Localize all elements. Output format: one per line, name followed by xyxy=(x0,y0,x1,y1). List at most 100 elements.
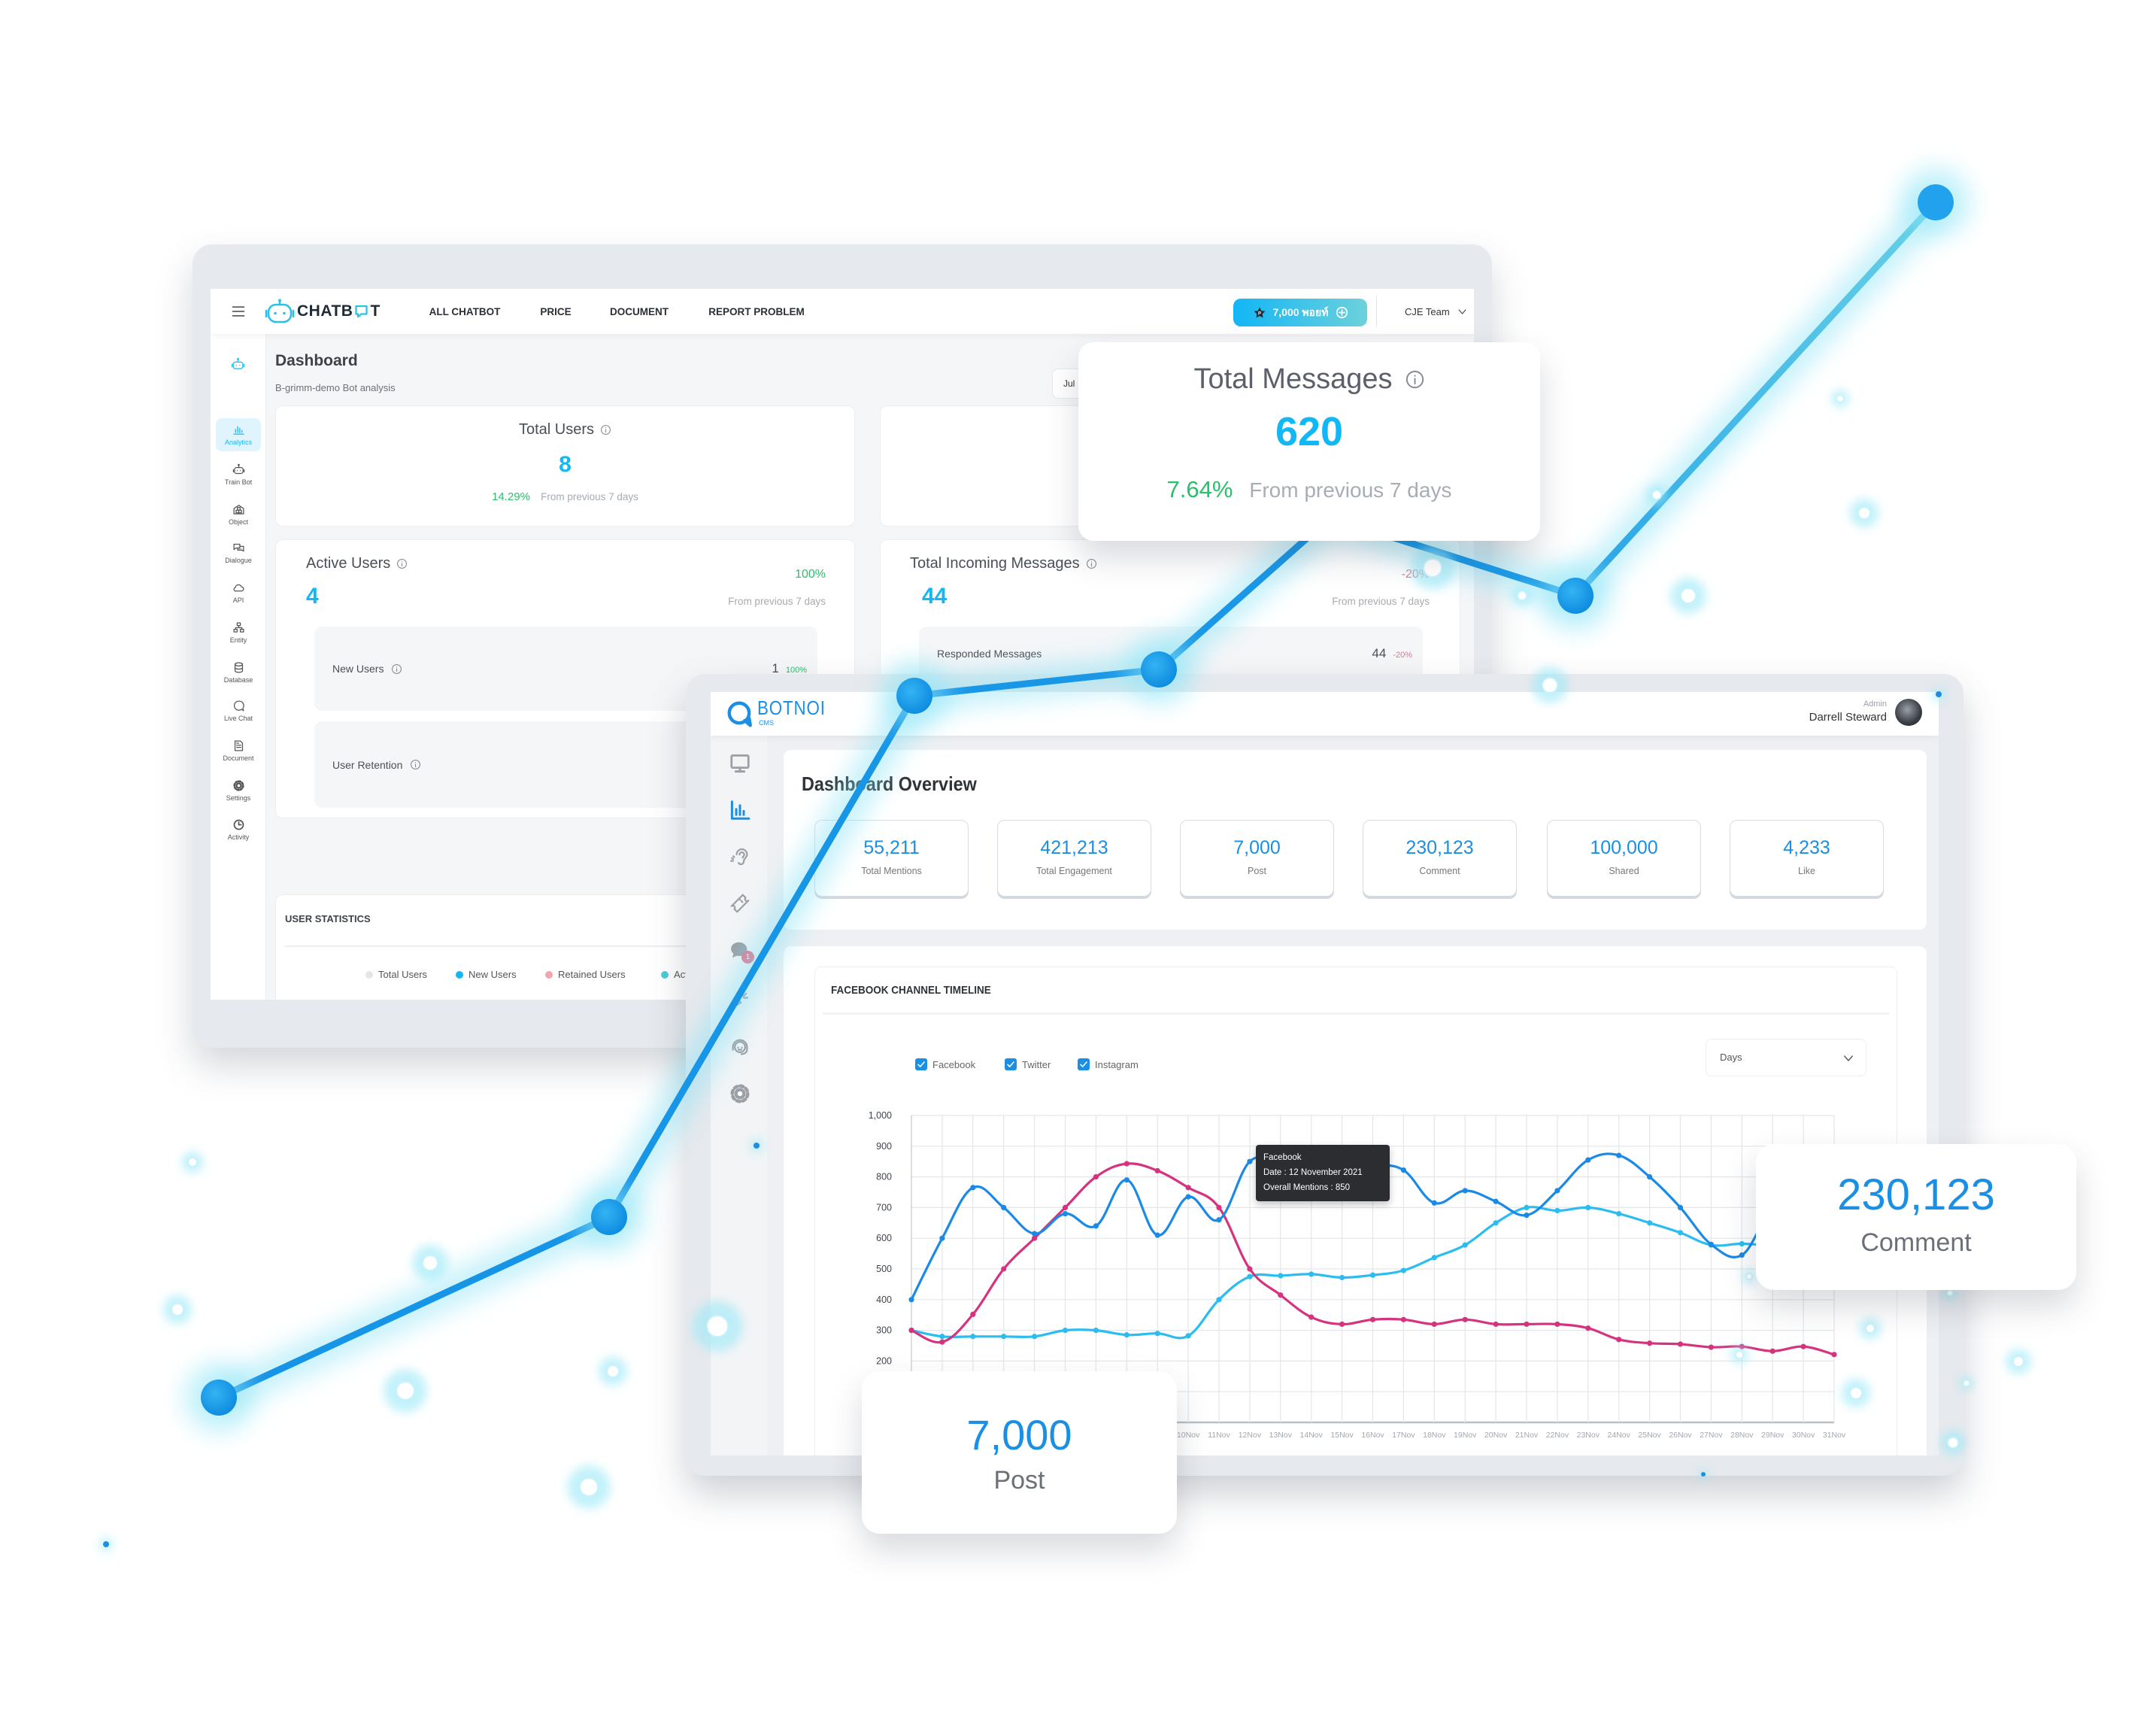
chart-point-twitter[interactable] xyxy=(1062,1328,1069,1334)
chart-point-facebook[interactable] xyxy=(1216,1217,1222,1223)
sidebar-item-campaign[interactable] xyxy=(726,986,754,1013)
chart-point-twitter[interactable] xyxy=(1400,1267,1406,1273)
chart-point-instagram[interactable] xyxy=(1431,1321,1437,1328)
chart-point-instagram[interactable] xyxy=(1677,1341,1684,1347)
chart-point-twitter[interactable] xyxy=(1616,1210,1622,1217)
sidebar-item-document[interactable]: Document xyxy=(216,734,261,767)
chart-point-twitter[interactable] xyxy=(970,1334,976,1340)
sidebar-item-settings[interactable]: Settings xyxy=(216,774,261,807)
nav-document[interactable]: DOCUMENT xyxy=(610,289,669,334)
sidebar-item-database[interactable]: Database xyxy=(216,656,261,689)
info-icon[interactable] xyxy=(1086,558,1097,569)
filter-twitter-checkbox[interactable]: Twitter xyxy=(1005,1058,1051,1070)
chart-point-instagram[interactable] xyxy=(1769,1348,1775,1354)
chart-point-facebook[interactable] xyxy=(1493,1198,1499,1204)
hamburger-menu-icon[interactable] xyxy=(230,304,247,319)
checkbox-checked[interactable] xyxy=(1005,1058,1017,1070)
filter-instagram-checkbox[interactable]: Instagram xyxy=(1078,1058,1139,1070)
chart-point-twitter[interactable] xyxy=(1247,1273,1253,1279)
chart-point-twitter[interactable] xyxy=(1032,1334,1038,1340)
chart-point-facebook[interactable] xyxy=(970,1185,976,1191)
chart-point-twitter[interactable] xyxy=(1154,1331,1160,1337)
sidebar-item-monitor[interactable] xyxy=(726,750,754,777)
sidebar-item-train-bot[interactable]: Train Bot xyxy=(216,458,261,491)
chart-point-instagram[interactable] xyxy=(1062,1204,1069,1210)
chart-point-instagram[interactable] xyxy=(1616,1337,1622,1343)
robot-icon[interactable] xyxy=(231,357,245,372)
chart-point-facebook[interactable] xyxy=(939,1235,945,1241)
chart-point-twitter[interactable] xyxy=(1339,1274,1345,1281)
chart-point-facebook[interactable] xyxy=(1585,1157,1591,1163)
chart-point-twitter[interactable] xyxy=(1677,1230,1684,1236)
chart-point-twitter[interactable] xyxy=(1739,1240,1745,1247)
chart-point-facebook[interactable] xyxy=(1062,1210,1069,1217)
chart-point-twitter[interactable] xyxy=(1647,1220,1653,1226)
avatar[interactable] xyxy=(1895,699,1922,726)
chart-point-facebook[interactable] xyxy=(1400,1167,1406,1173)
chart-point-twitter[interactable] xyxy=(1093,1328,1099,1334)
stat-total-mentions[interactable]: 55,211 Total Mentions xyxy=(814,820,969,897)
chart-point-instagram[interactable] xyxy=(1400,1316,1406,1322)
chart-point-twitter[interactable] xyxy=(1001,1334,1007,1340)
nav-all-chatbot[interactable]: ALL CHATBOT xyxy=(429,289,501,334)
chart-point-facebook[interactable] xyxy=(1647,1174,1653,1180)
chart-point-facebook[interactable] xyxy=(1185,1194,1191,1200)
chart-point-twitter[interactable] xyxy=(1308,1271,1315,1277)
chart-point-facebook[interactable] xyxy=(1677,1204,1684,1210)
chart-point-facebook[interactable] xyxy=(1462,1188,1468,1194)
chart-point-instagram[interactable] xyxy=(1647,1340,1653,1346)
chart-point-twitter[interactable] xyxy=(1185,1333,1191,1339)
stat-comment[interactable]: 230,123 Comment xyxy=(1363,820,1517,897)
chart-point-facebook[interactable] xyxy=(1554,1188,1560,1194)
chart-point-facebook[interactable] xyxy=(1524,1213,1530,1219)
chart-point-facebook[interactable] xyxy=(1123,1177,1130,1183)
chart-point-twitter[interactable] xyxy=(1123,1332,1130,1338)
chart-point-instagram[interactable] xyxy=(1462,1316,1468,1322)
chart-point-facebook[interactable] xyxy=(1154,1232,1160,1238)
sidebar-item-chat[interactable]: 1 xyxy=(726,937,754,964)
stat-shared[interactable]: 100,000 Shared xyxy=(1547,820,1701,897)
sidebar-item-dialogue[interactable]: Dialogue xyxy=(216,536,261,569)
sidebar-item-listening[interactable] xyxy=(726,843,754,870)
sidebar-item-analytics[interactable]: Analytics xyxy=(216,418,261,451)
legend-total-users[interactable]: Total Users xyxy=(365,969,427,980)
chart-point-facebook[interactable] xyxy=(1708,1241,1714,1247)
chart-point-instagram[interactable] xyxy=(1369,1316,1376,1322)
team-selector[interactable]: CJE Team xyxy=(1405,289,1468,334)
chart-point-instagram[interactable] xyxy=(908,1328,914,1334)
chart-point-twitter[interactable] xyxy=(1585,1204,1591,1210)
chart-point-instagram[interactable] xyxy=(1524,1321,1530,1328)
sidebar-item-activity[interactable]: Activity xyxy=(216,813,261,846)
sidebar-item-ticket[interactable] xyxy=(726,890,754,917)
chart-point-facebook[interactable] xyxy=(1247,1158,1253,1164)
chart-point-instagram[interactable] xyxy=(1708,1344,1714,1350)
sidebar-item-live-chat[interactable]: Live Chat xyxy=(216,694,261,727)
info-icon[interactable] xyxy=(396,558,408,569)
chart-point-instagram[interactable] xyxy=(1493,1321,1499,1328)
user-name[interactable]: Darrell Steward xyxy=(1809,711,1887,724)
chart-point-facebook[interactable] xyxy=(1739,1252,1745,1258)
chart-point-instagram[interactable] xyxy=(1154,1167,1160,1174)
chart-point-instagram[interactable] xyxy=(939,1339,945,1345)
chart-point-instagram[interactable] xyxy=(970,1311,976,1317)
info-icon[interactable] xyxy=(1405,369,1425,390)
botnoi-logo-icon[interactable] xyxy=(726,700,754,728)
chart-point-instagram[interactable] xyxy=(1831,1352,1837,1358)
sidebar-item-support[interactable] xyxy=(726,1034,754,1061)
sidebar-item-object[interactable]: Object xyxy=(216,498,261,531)
legend-new-users[interactable]: New Users xyxy=(456,969,517,980)
chart-point-facebook[interactable] xyxy=(1001,1204,1007,1210)
legend-retained-users[interactable]: Retained Users xyxy=(545,969,626,980)
stat-post[interactable]: 7,000 Post xyxy=(1180,820,1334,897)
chart-point-twitter[interactable] xyxy=(939,1334,945,1340)
chart-point-facebook[interactable] xyxy=(1093,1223,1099,1229)
points-button[interactable]: 7,000 พอยท์ xyxy=(1233,299,1367,326)
chart-point-instagram[interactable] xyxy=(1123,1161,1130,1167)
stat-like[interactable]: 4,233 Like xyxy=(1730,820,1884,897)
chart-point-twitter[interactable] xyxy=(1462,1242,1468,1248)
chart-point-twitter[interactable] xyxy=(1431,1255,1437,1261)
sidebar-item-api[interactable]: API xyxy=(216,576,261,609)
checkbox-checked[interactable] xyxy=(1078,1058,1090,1070)
chart-point-instagram[interactable] xyxy=(1739,1343,1745,1349)
chart-point-instagram[interactable] xyxy=(1308,1314,1315,1320)
